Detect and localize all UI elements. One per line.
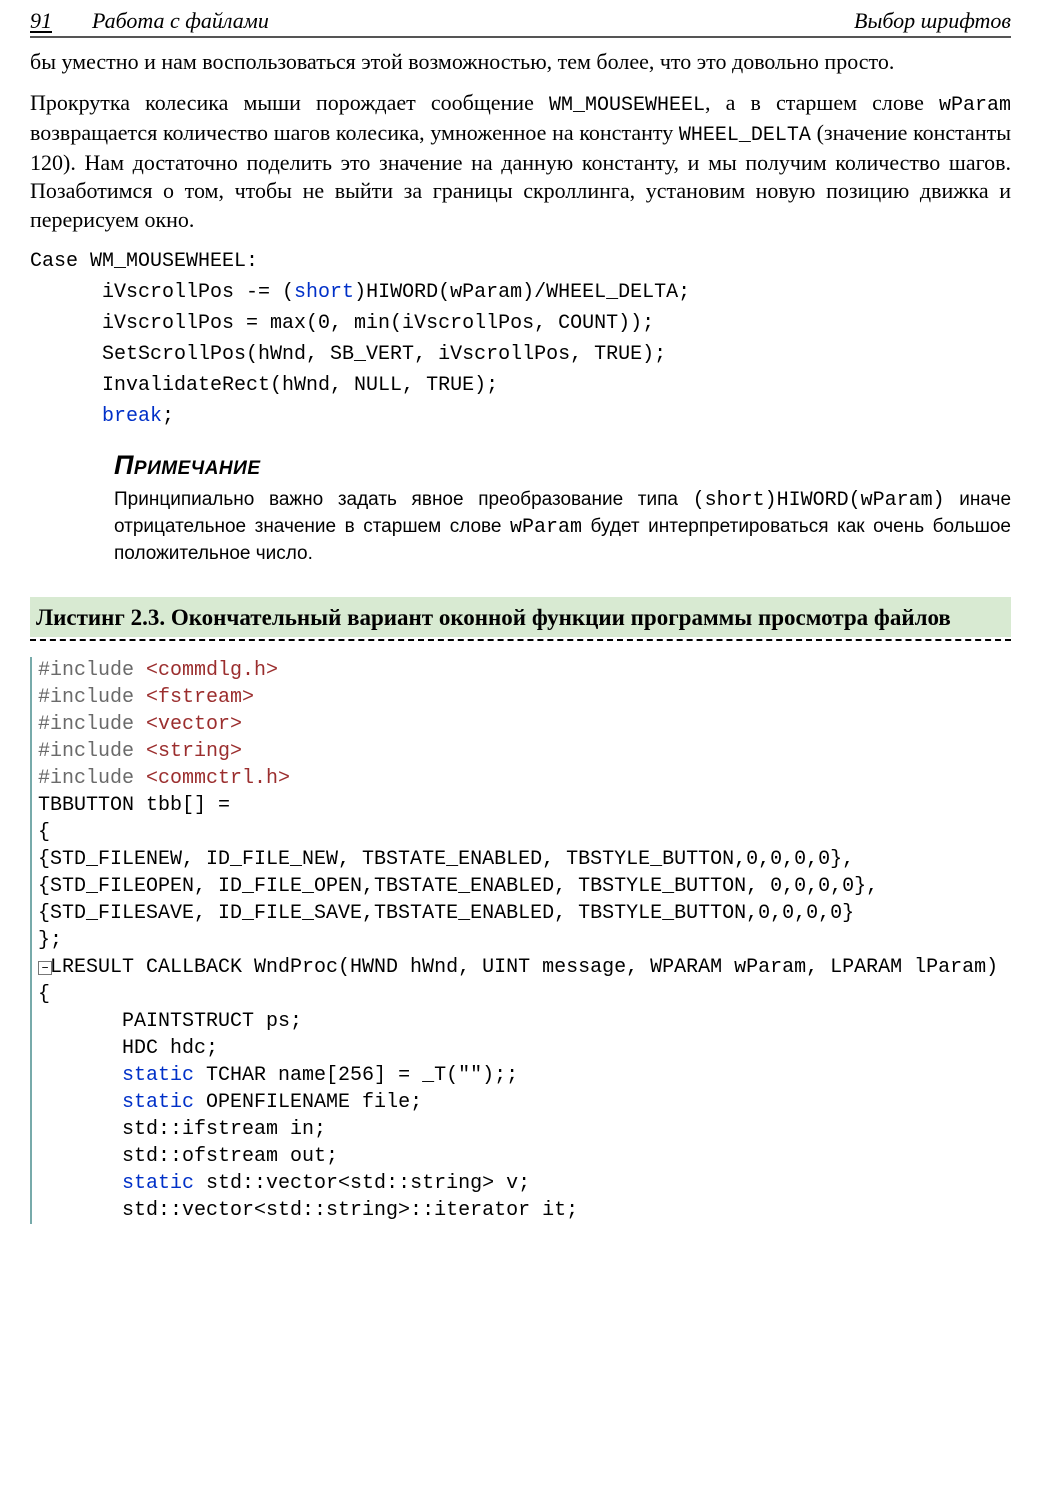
code-wparam: wParam bbox=[939, 94, 1011, 117]
listing-title: Листинг 2.3. Окончательный вариант оконн… bbox=[30, 597, 1011, 637]
section-title: Выбор шрифтов bbox=[854, 8, 1011, 34]
code-block-mousewheel: Case WM_MOUSEWHEEL: iVscrollPos -= (shor… bbox=[30, 246, 1011, 432]
listing-separator bbox=[30, 639, 1011, 641]
note-code-wparam: wParam bbox=[510, 516, 582, 539]
page-number: 91 bbox=[30, 8, 52, 34]
note-code-cast: (short)HIWORD(wParam) bbox=[693, 489, 945, 512]
code-listing-2-3: #include <commdlg.h> #include <fstream> … bbox=[30, 657, 1011, 1224]
paragraph-2: Прокрутка колесика мыши порождает сообще… bbox=[30, 89, 1011, 235]
code-wheel-delta: WHEEL_DELTA bbox=[679, 124, 811, 147]
chapter-title: Работа с файлами bbox=[92, 8, 269, 34]
note-body: Принципиально важно задать явное преобра… bbox=[114, 487, 1011, 567]
note-heading: Примечание bbox=[114, 450, 1011, 481]
code-wm-mousewheel: WM_MOUSEWHEEL bbox=[549, 94, 705, 117]
page-header: 91 Работа с файлами Выбор шрифтов bbox=[30, 0, 1011, 38]
paragraph-1: бы уместно и нам воспользоваться этой во… bbox=[30, 48, 1011, 77]
